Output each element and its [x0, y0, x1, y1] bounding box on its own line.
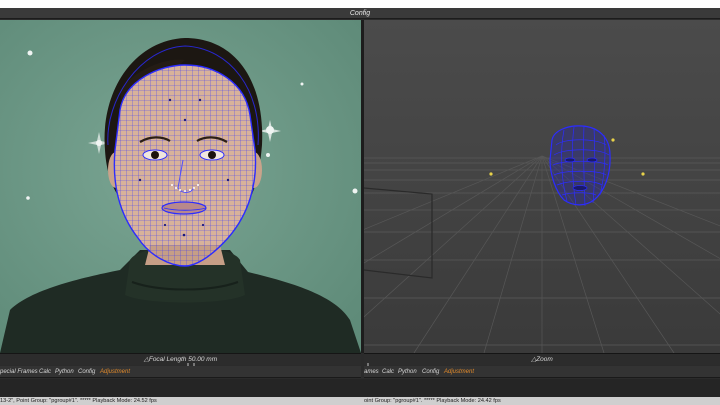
tab-frames[interactable]: ames [364, 366, 379, 378]
tab-config[interactable]: Config [78, 366, 95, 378]
camera-hud: △Focal Length 50.00 mm [0, 353, 361, 366]
tab-special-frames[interactable]: pecial Frames [0, 366, 38, 378]
tab-config[interactable]: Config [422, 366, 439, 378]
tab-calc[interactable]: Calc [382, 366, 394, 378]
zoom-label: △Zoom [531, 356, 553, 363]
status-bar: 13-2", Point Group: "pgroup#1". ***** Pl… [0, 397, 720, 405]
tab-adjustment[interactable]: Adjustment [444, 366, 474, 378]
tab-python[interactable]: Python [55, 366, 74, 378]
right-tab-bar: ames Calc Python Config Adjustment [364, 366, 720, 378]
attribute-panel [0, 379, 720, 397]
title-bar: Config [0, 8, 720, 19]
top-strip [0, 0, 720, 8]
window-title: Config [349, 10, 371, 17]
camera-viewport[interactable] [0, 20, 361, 353]
tab-adjustment[interactable]: Adjustment [100, 366, 130, 378]
perspective-hud: △Zoom [364, 353, 720, 366]
status-text-right: oint Group: "pgroup#1". ***** Playback M… [364, 398, 501, 404]
camera-view-image [0, 20, 361, 353]
tab-python[interactable]: Python [398, 366, 417, 378]
perspective-viewport[interactable] [364, 20, 720, 353]
perspective-view-image [364, 20, 720, 353]
focal-length-label: △Focal Length 50.00 mm [143, 356, 218, 363]
status-text-left: 13-2", Point Group: "pgroup#1". ***** Pl… [0, 398, 157, 404]
tab-calc[interactable]: Calc [39, 366, 51, 378]
left-tab-bar: pecial Frames Calc Python Config Adjustm… [0, 366, 361, 378]
